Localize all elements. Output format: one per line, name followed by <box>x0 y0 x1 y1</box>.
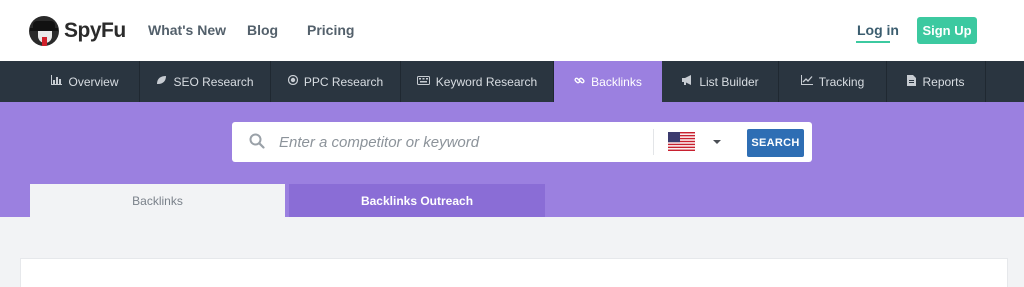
line-chart-icon <box>800 75 813 88</box>
chevron-down-icon[interactable] <box>713 140 721 144</box>
leaf-icon <box>156 75 167 88</box>
tab-ppc-research[interactable]: PPC Research <box>271 61 401 102</box>
us-flag-icon[interactable] <box>668 132 695 151</box>
login-underline <box>856 41 890 43</box>
content-card <box>20 258 1008 287</box>
search-button[interactable]: SEARCH <box>747 129 804 157</box>
search-input[interactable] <box>279 130 639 154</box>
nav-whats-new[interactable]: What's New <box>148 22 226 38</box>
login-link[interactable]: Log in <box>857 22 899 38</box>
tab-label: Overview <box>68 74 119 89</box>
tab-seo-research[interactable]: SEO Research <box>140 61 271 102</box>
tab-label: Backlinks <box>591 74 642 89</box>
tab-overview[interactable]: Overview <box>31 61 140 102</box>
tab-label: Reports <box>922 74 965 89</box>
signup-button[interactable]: Sign Up <box>917 17 977 44</box>
subtab-backlinks-outreach[interactable]: Backlinks Outreach <box>289 184 545 217</box>
document-icon <box>907 74 917 89</box>
search-divider <box>653 129 654 155</box>
keyboard-icon <box>416 75 430 88</box>
tab-reports[interactable]: Reports <box>887 61 986 102</box>
bar-chart-icon <box>51 75 63 88</box>
spy-logo-icon <box>29 16 59 46</box>
tab-backlinks[interactable]: Backlinks <box>554 61 662 102</box>
megaphone-icon <box>681 75 693 88</box>
spyfu-logo[interactable]: SpyFu <box>29 15 126 47</box>
nav-blog[interactable]: Blog <box>247 22 278 38</box>
link-icon <box>574 75 585 89</box>
search-icon[interactable] <box>249 133 265 149</box>
tab-keyword-research[interactable]: Keyword Research <box>401 61 554 102</box>
tab-tracking[interactable]: Tracking <box>779 61 887 102</box>
tab-label: List Builder <box>699 74 759 89</box>
main-nav: Overview SEO Research PPC Research Keywo… <box>0 61 1024 102</box>
top-header: SpyFu What's New Blog Pricing Log in Sig… <box>0 0 1024 61</box>
tab-label: Tracking <box>818 74 865 89</box>
tab-list-builder[interactable]: List Builder <box>662 61 779 102</box>
search-bar: SEARCH <box>232 122 812 162</box>
target-icon <box>287 74 298 88</box>
nav-pricing[interactable]: Pricing <box>307 22 354 38</box>
tab-label: SEO Research <box>173 74 254 89</box>
tab-label: PPC Research <box>303 74 384 89</box>
tab-label: Keyword Research <box>435 74 538 89</box>
logo-text: SpyFu <box>64 19 126 42</box>
subtab-backlinks[interactable]: Backlinks <box>30 184 285 217</box>
